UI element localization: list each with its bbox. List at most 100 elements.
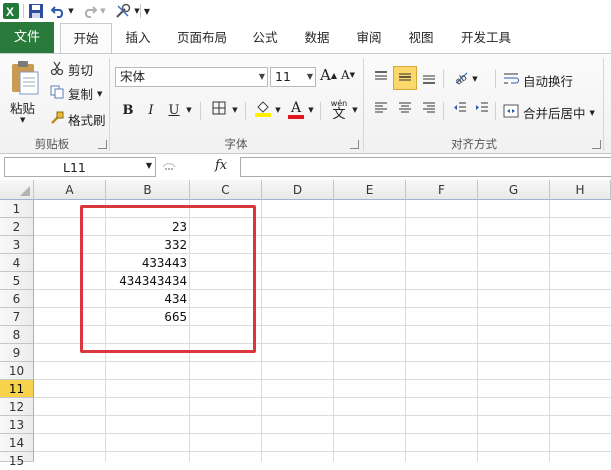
phonetic-dropdown-icon[interactable]: ▼ xyxy=(350,99,360,121)
formula-input[interactable] xyxy=(240,157,611,177)
row-header-6[interactable]: 6 xyxy=(0,290,34,308)
tab-insert[interactable]: 插入 xyxy=(118,22,158,53)
tab-developer[interactable]: 开发工具 xyxy=(454,22,518,53)
column-header-g[interactable]: G xyxy=(478,180,550,200)
font-name-select[interactable]: 宋体 ▼ xyxy=(115,67,268,87)
row-header-5[interactable]: 5 xyxy=(0,272,34,290)
borders-button[interactable] xyxy=(208,99,230,121)
name-box[interactable]: L11 ▼ xyxy=(4,157,156,177)
paste-button[interactable]: 粘贴 xyxy=(10,98,35,117)
row-header-7[interactable]: 7 xyxy=(0,308,34,326)
redo-icon[interactable] xyxy=(82,2,98,20)
ribbon: 粘贴 ▼ 剪切 复制 ▼ 格式刷 剪贴板 宋体 ▼ 11 ▼ A ▲ A ▼ B I… xyxy=(0,53,611,154)
row-header-15[interactable]: 15 xyxy=(0,452,34,468)
tab-page-layout[interactable]: 页面布局 xyxy=(170,22,234,53)
row-header-11[interactable]: 11 xyxy=(0,380,34,398)
row-header-13[interactable]: 13 xyxy=(0,416,34,434)
fill-color-button[interactable] xyxy=(252,99,274,121)
excel-logo-icon[interactable]: X xyxy=(2,2,20,20)
font-launcher-icon[interactable] xyxy=(350,140,359,149)
merge-dropdown-icon[interactable]: ▼ xyxy=(590,109,595,117)
wrap-text-label: 自动换行 xyxy=(523,74,574,89)
wrap-text-button[interactable]: 自动换行 xyxy=(503,71,573,90)
tools-icon[interactable] xyxy=(114,2,132,20)
align-bottom-button[interactable] xyxy=(418,68,440,90)
row-header-2[interactable]: 2 xyxy=(0,218,34,236)
ribbon-tabs: 文件 开始 插入 页面布局 公式 数据 审阅 视图 开发工具 xyxy=(0,22,611,54)
borders-dropdown-icon[interactable]: ▼ xyxy=(230,99,240,121)
column-header-e[interactable]: E xyxy=(334,180,406,200)
row-header-12[interactable]: 12 xyxy=(0,398,34,416)
format-painter-button[interactable]: 格式刷 xyxy=(50,110,106,129)
increase-indent-button[interactable] xyxy=(472,99,492,121)
column-header-b[interactable]: B xyxy=(106,180,190,200)
column-header-h[interactable]: H xyxy=(550,180,611,200)
alignment-launcher-icon[interactable] xyxy=(592,140,601,149)
orientation-button[interactable]: ab xyxy=(450,68,472,90)
font-color-letter: A xyxy=(290,100,302,116)
undo-icon[interactable] xyxy=(50,2,66,20)
undo-dropdown-icon[interactable]: ▼ xyxy=(67,2,75,20)
shrink-font-button[interactable]: A ▼ xyxy=(341,68,355,82)
tab-review[interactable]: 审阅 xyxy=(350,22,388,53)
bold-button[interactable]: B xyxy=(118,99,138,121)
italic-button[interactable]: I xyxy=(141,99,161,121)
paste-dropdown-icon[interactable]: ▼ xyxy=(20,116,25,124)
fill-color-dropdown-icon[interactable]: ▼ xyxy=(273,99,283,121)
copy-button[interactable]: 复制 ▼ xyxy=(50,84,102,103)
row-header-9[interactable]: 9 xyxy=(0,344,34,362)
tab-home[interactable]: 开始 xyxy=(60,23,112,54)
align-left-button[interactable] xyxy=(370,99,392,121)
tab-file[interactable]: 文件 xyxy=(0,22,54,53)
copy-icon xyxy=(50,85,64,102)
save-icon[interactable] xyxy=(27,2,45,20)
font-size-select[interactable]: 11 ▼ xyxy=(270,67,316,87)
insert-function-icon[interactable]: fx xyxy=(215,158,227,173)
tab-view[interactable]: 视图 xyxy=(402,22,440,53)
fill-bucket-icon xyxy=(254,99,272,121)
column-header-c[interactable]: C xyxy=(190,180,262,200)
svg-text:X: X xyxy=(6,5,14,19)
quick-access-toolbar: X ▼ ▼ ▼ ▼ xyxy=(0,0,611,22)
tab-formulas[interactable]: 公式 xyxy=(246,22,284,53)
align-right-button[interactable] xyxy=(418,99,440,121)
decrease-indent-button[interactable] xyxy=(450,99,470,121)
name-box-dropdown-icon[interactable]: ▼ xyxy=(146,161,152,170)
align-top-button[interactable] xyxy=(370,68,392,90)
row-header-3[interactable]: 3 xyxy=(0,236,34,254)
merge-center-button[interactable]: 合并后居中 ▼ xyxy=(503,103,595,122)
font-name-dropdown-icon: ▼ xyxy=(258,72,265,81)
font-color-button[interactable]: A xyxy=(286,99,306,121)
customize-icon[interactable]: ▼ xyxy=(142,2,152,20)
formula-bar-resize-handle[interactable] xyxy=(162,159,176,175)
select-all-corner[interactable] xyxy=(0,180,34,200)
row-header-4[interactable]: 4 xyxy=(0,254,34,272)
font-color-dropdown-icon[interactable]: ▼ xyxy=(306,99,316,121)
font-color-swatch xyxy=(288,115,304,119)
copy-dropdown-icon[interactable]: ▼ xyxy=(97,90,102,98)
column-header-f[interactable]: F xyxy=(406,180,478,200)
cut-button[interactable]: 剪切 xyxy=(50,60,93,79)
underline-dropdown-icon[interactable]: ▼ xyxy=(184,99,194,121)
underline-button[interactable]: U xyxy=(164,99,184,121)
row-header-8[interactable]: 8 xyxy=(0,326,34,344)
row-header-10[interactable]: 10 xyxy=(0,362,34,380)
align-middle-button[interactable] xyxy=(393,66,417,90)
font-name-value: 宋体 xyxy=(120,69,146,84)
font-size-value: 11 xyxy=(275,69,291,84)
clipboard-launcher-icon[interactable] xyxy=(98,140,107,149)
alignment-group-label: 对齐方式 xyxy=(451,137,497,151)
row-header-14[interactable]: 14 xyxy=(0,434,34,452)
spreadsheet-grid: A B C D E F G H 1 2 3 4 5 6 7 8 9 10 11 … xyxy=(0,180,611,468)
phonetic-button[interactable]: wén 文 xyxy=(328,99,350,121)
align-center-button[interactable] xyxy=(394,99,416,121)
redo-dropdown-icon[interactable]: ▼ xyxy=(99,2,107,20)
column-header-a[interactable]: A xyxy=(34,180,106,200)
row-header-1[interactable]: 1 xyxy=(0,200,34,218)
grow-font-button[interactable]: A ▲ xyxy=(320,66,337,84)
column-header-d[interactable]: D xyxy=(262,180,334,200)
tab-data[interactable]: 数据 xyxy=(298,22,336,53)
paste-icon[interactable] xyxy=(8,58,42,98)
highlight-box xyxy=(80,205,256,353)
orientation-dropdown-icon[interactable]: ▼ xyxy=(470,68,480,90)
